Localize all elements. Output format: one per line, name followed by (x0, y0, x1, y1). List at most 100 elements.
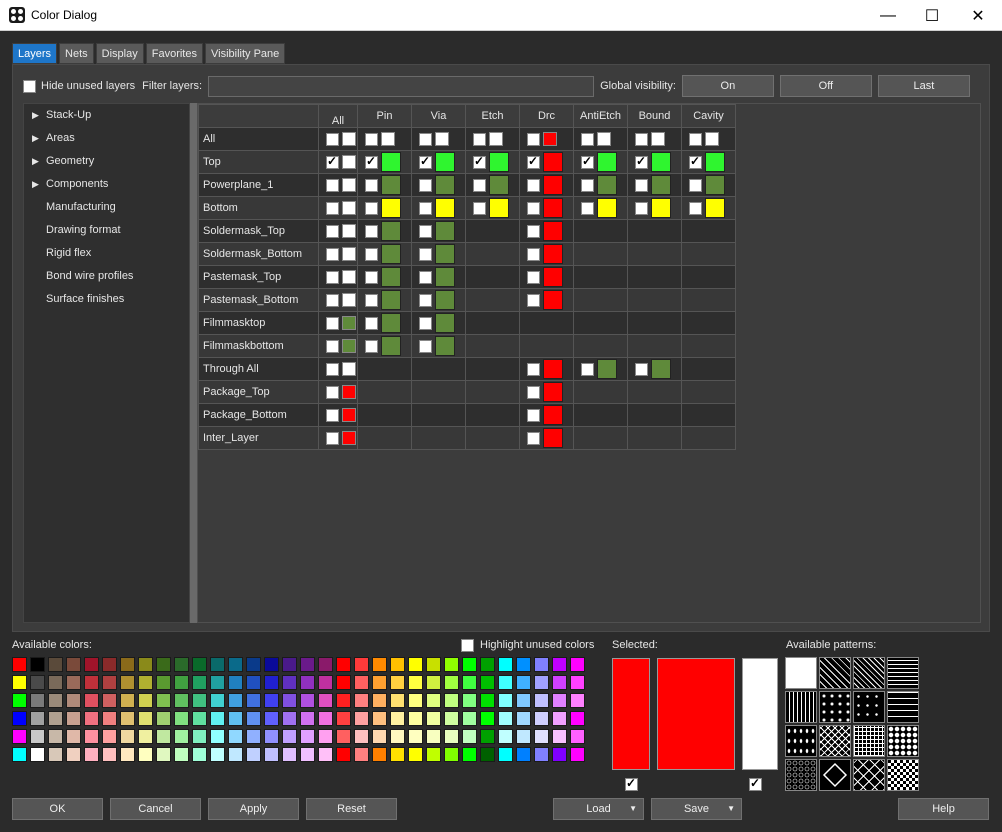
pattern-x-crosshatch-swatch[interactable] (853, 759, 885, 791)
visibility-checkbox[interactable] (527, 431, 540, 445)
tree-item[interactable]: Rigid flex (24, 242, 189, 265)
pattern-dots-sparse-swatch[interactable] (785, 725, 817, 757)
visibility-checkbox[interactable] (419, 154, 432, 169)
visibility-checkbox[interactable] (365, 224, 378, 238)
tab-visibility-pane[interactable]: Visibility Pane (204, 43, 286, 64)
palette-color[interactable] (336, 657, 351, 672)
column-header[interactable]: Cavity (681, 104, 736, 128)
palette-color[interactable] (282, 693, 297, 708)
palette-color[interactable] (390, 729, 405, 744)
column-header[interactable]: Via (411, 104, 466, 128)
palette-color[interactable] (282, 729, 297, 744)
palette-color[interactable] (192, 693, 207, 708)
visibility-checkbox[interactable] (581, 362, 594, 376)
tree-item[interactable]: ▶ Areas (24, 127, 189, 150)
visibility-checkbox[interactable] (581, 132, 594, 146)
visibility-checkbox[interactable] (473, 178, 486, 192)
reset-button[interactable]: Reset (306, 798, 397, 820)
selected-color-checkbox[interactable] (625, 776, 638, 791)
palette-color[interactable] (534, 657, 549, 672)
palette-color[interactable] (12, 747, 27, 762)
palette-color[interactable] (84, 747, 99, 762)
palette-color[interactable] (462, 657, 477, 672)
tree-item[interactable]: ▶ Components (24, 173, 189, 196)
palette-color[interactable] (444, 729, 459, 744)
ok-button[interactable]: OK (12, 798, 103, 820)
palette-color[interactable] (246, 675, 261, 690)
visibility-checkbox[interactable] (326, 178, 339, 192)
palette-color[interactable] (498, 711, 513, 726)
palette-color[interactable] (210, 693, 225, 708)
close-icon[interactable]: ✕ (955, 0, 1001, 31)
palette-color[interactable] (192, 675, 207, 690)
color-swatch[interactable] (342, 132, 356, 146)
visibility-checkbox[interactable] (365, 270, 378, 284)
pattern-diag-crosshatch-swatch[interactable] (819, 725, 851, 757)
palette-color[interactable] (228, 747, 243, 762)
palette-color[interactable] (408, 657, 423, 672)
palette-color[interactable] (372, 711, 387, 726)
visibility-checkbox[interactable] (365, 132, 378, 146)
pattern-crosses-swatch[interactable] (853, 691, 885, 723)
palette-color[interactable] (66, 675, 81, 690)
visibility-checkbox[interactable] (527, 362, 540, 376)
palette-color[interactable] (138, 693, 153, 708)
visibility-checkbox[interactable] (581, 178, 594, 192)
palette-color[interactable] (138, 729, 153, 744)
visibility-checkbox[interactable] (326, 224, 339, 238)
palette-color[interactable] (426, 657, 441, 672)
palette-color[interactable] (336, 693, 351, 708)
visibility-checkbox[interactable] (326, 201, 339, 215)
palette-color[interactable] (138, 711, 153, 726)
tree-item[interactable]: ▶ Stack-Up (24, 104, 189, 127)
visibility-checkbox[interactable] (326, 247, 339, 261)
palette-color[interactable] (534, 693, 549, 708)
palette-color[interactable] (300, 729, 315, 744)
palette-color[interactable] (102, 747, 117, 762)
selected-pattern-preview[interactable] (742, 658, 778, 770)
load-dropdown-button[interactable]: Load (553, 798, 644, 820)
color-swatch[interactable] (435, 221, 455, 241)
palette-color[interactable] (12, 675, 27, 690)
palette-color[interactable] (138, 675, 153, 690)
palette-color[interactable] (408, 747, 423, 762)
visibility-checkbox[interactable] (419, 316, 432, 330)
palette-color[interactable] (246, 693, 261, 708)
palette-color[interactable] (570, 675, 585, 690)
palette-color[interactable] (48, 657, 63, 672)
palette-color[interactable] (372, 675, 387, 690)
column-header[interactable]: AntiEtch (573, 104, 628, 128)
palette-color[interactable] (66, 729, 81, 744)
palette-color[interactable] (354, 729, 369, 744)
color-swatch[interactable] (597, 132, 611, 146)
palette-color[interactable] (48, 711, 63, 726)
pattern-solid-white-swatch[interactable] (785, 657, 817, 689)
palette-color[interactable] (66, 711, 81, 726)
palette-color[interactable] (426, 711, 441, 726)
tab-layers[interactable]: Layers (12, 43, 58, 64)
visibility-checkbox[interactable] (635, 154, 648, 169)
palette-color[interactable] (462, 693, 477, 708)
color-swatch[interactable] (381, 313, 401, 333)
color-swatch[interactable] (651, 152, 671, 172)
palette-color[interactable] (12, 729, 27, 744)
palette-color[interactable] (246, 729, 261, 744)
palette-color[interactable] (228, 675, 243, 690)
palette-color[interactable] (462, 675, 477, 690)
color-swatch[interactable] (435, 198, 455, 218)
palette-color[interactable] (408, 675, 423, 690)
palette-color[interactable] (390, 675, 405, 690)
cancel-button[interactable]: Cancel (110, 798, 201, 820)
color-swatch[interactable] (597, 198, 617, 218)
visibility-checkbox[interactable] (635, 201, 648, 215)
color-swatch[interactable] (651, 359, 671, 379)
expand-arrow-icon[interactable]: ▶ (32, 150, 39, 173)
visibility-off-button[interactable]: Off (779, 75, 872, 97)
palette-color[interactable] (444, 693, 459, 708)
palette-color[interactable] (120, 693, 135, 708)
color-swatch[interactable] (342, 293, 356, 307)
palette-color[interactable] (66, 693, 81, 708)
color-swatch[interactable] (651, 198, 671, 218)
palette-color[interactable] (120, 729, 135, 744)
palette-color[interactable] (390, 657, 405, 672)
